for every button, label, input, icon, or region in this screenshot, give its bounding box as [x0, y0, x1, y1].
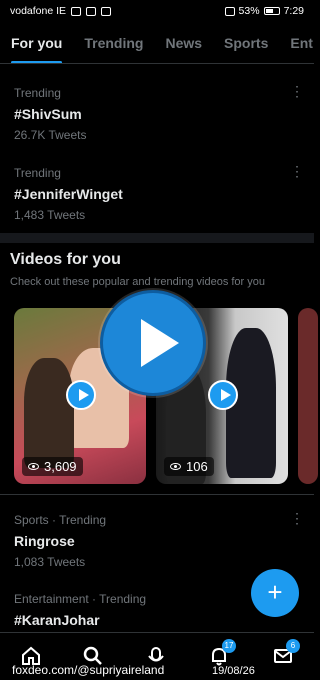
- play-icon[interactable]: [208, 380, 238, 410]
- trend-count: 26.7K Tweets: [14, 128, 87, 142]
- app-notification-icon: [101, 6, 112, 16]
- trend-meta: Sports · Trending: [14, 513, 107, 527]
- tab-entertainment[interactable]: Ent: [279, 22, 314, 63]
- status-bar: vodafone IE 53% 7:29: [0, 0, 314, 22]
- watermark-date: 19/08/26: [212, 665, 255, 677]
- more-options-icon[interactable]: ⋮: [290, 164, 304, 178]
- trend-item[interactable]: Trending #JenniferWinget 1,483 Tweets ⋮: [14, 164, 304, 222]
- section-divider: [0, 233, 314, 243]
- carrier-label: vodafone IE: [10, 5, 67, 17]
- tab-news[interactable]: News: [154, 22, 213, 63]
- battery-percent: 53%: [238, 5, 260, 17]
- trend-name: Ringrose: [14, 533, 75, 549]
- more-options-icon[interactable]: ⋮: [290, 84, 304, 98]
- wifi-icon: [86, 6, 97, 16]
- view-count: 106: [164, 457, 214, 476]
- trend-count: 1,083 Tweets: [14, 555, 86, 569]
- watermark-left: foxdeo.com/@supriyaireland: [12, 663, 165, 677]
- notifications-badge: 17: [222, 639, 236, 653]
- bluetooth-icon: [224, 6, 235, 16]
- videos-section-subtitle: Check out these popular and trending vid…: [10, 276, 265, 288]
- battery-icon: [263, 7, 280, 15]
- tab-for-you[interactable]: For you: [0, 22, 73, 63]
- explore-tabs: For you Trending News Sports Ent: [0, 22, 314, 64]
- view-count-value: 3,609: [44, 459, 77, 474]
- trend-item[interactable]: Trending #ShivSum 26.7K Tweets ⋮: [14, 84, 304, 142]
- trend-count: 1,483 Tweets: [14, 208, 86, 222]
- video-thumbnail-person: [24, 358, 74, 468]
- messages-badge: 6: [286, 639, 300, 653]
- eye-icon: [170, 463, 181, 470]
- trend-item[interactable]: Sports · Trending Ringrose 1,083 Tweets …: [14, 511, 304, 569]
- signal-icon: [71, 6, 82, 16]
- videos-section-title: Videos for you: [10, 251, 121, 268]
- view-count: 3,609: [22, 457, 83, 476]
- trend-name: #JenniferWinget: [14, 186, 123, 202]
- tab-trending[interactable]: Trending: [73, 22, 154, 63]
- eye-icon: [28, 463, 39, 470]
- section-divider: [0, 494, 314, 495]
- large-play-overlay-icon[interactable]: [100, 290, 206, 396]
- trend-name: #ShivSum: [14, 106, 82, 122]
- trend-meta: Trending: [14, 166, 61, 180]
- messages-icon[interactable]: 6: [272, 639, 300, 667]
- tab-sports[interactable]: Sports: [213, 22, 279, 63]
- play-icon[interactable]: [66, 380, 96, 410]
- compose-tweet-button[interactable]: +: [251, 569, 299, 617]
- trend-name: #KaranJohar: [14, 612, 100, 628]
- view-count-value: 106: [186, 459, 208, 474]
- video-card-partial[interactable]: [298, 308, 318, 484]
- notifications-icon[interactable]: 17: [208, 639, 236, 667]
- more-options-icon[interactable]: ⋮: [290, 511, 304, 525]
- trend-meta: Trending: [14, 86, 61, 100]
- clock: 7:29: [283, 5, 304, 17]
